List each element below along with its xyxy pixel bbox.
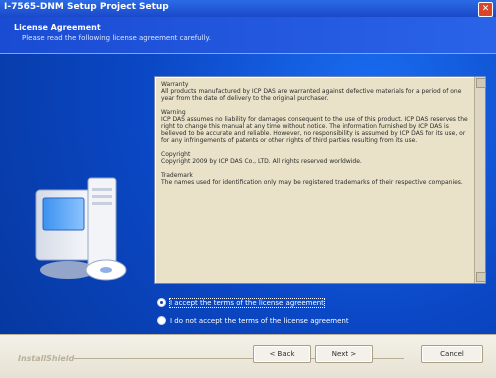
next-button[interactable]: Next > bbox=[315, 345, 373, 363]
license-text-box[interactable]: Warranty All products manufactured by IC… bbox=[154, 76, 486, 284]
decline-label: I do not accept the terms of the license… bbox=[170, 316, 349, 325]
computer-install-icon bbox=[35, 177, 127, 281]
close-icon[interactable]: ✕ bbox=[478, 2, 493, 17]
footer-bar: InstallShield < Back Next > Cancel bbox=[0, 334, 496, 378]
cancel-button[interactable]: Cancel bbox=[421, 345, 483, 363]
decline-option[interactable]: I do not accept the terms of the license… bbox=[157, 316, 349, 325]
page-subtitle: Please read the following license agreem… bbox=[22, 34, 211, 42]
page-header: License Agreement Please read the follow… bbox=[0, 17, 496, 54]
setup-window: I-7565-DNM Setup Project Setup ✕ License… bbox=[0, 0, 496, 378]
license-scrollbar[interactable] bbox=[474, 77, 486, 283]
brand-label: InstallShield bbox=[18, 354, 75, 363]
title-bar: I-7565-DNM Setup Project Setup ✕ bbox=[0, 0, 496, 17]
decline-radio[interactable] bbox=[157, 316, 166, 325]
accept-label: I accept the terms of the license agreem… bbox=[169, 297, 325, 308]
window-title: I-7565-DNM Setup Project Setup bbox=[4, 2, 169, 12]
scroll-up-icon[interactable] bbox=[476, 78, 486, 88]
scroll-down-icon[interactable] bbox=[476, 272, 486, 282]
page-title: License Agreement bbox=[14, 23, 101, 32]
accept-radio[interactable] bbox=[157, 298, 166, 307]
license-text: Warranty All products manufactured by IC… bbox=[161, 81, 468, 186]
back-button[interactable]: < Back bbox=[253, 345, 311, 363]
accept-option[interactable]: I accept the terms of the license agreem… bbox=[157, 297, 325, 308]
content-panel: Warranty All products manufactured by IC… bbox=[0, 54, 496, 334]
